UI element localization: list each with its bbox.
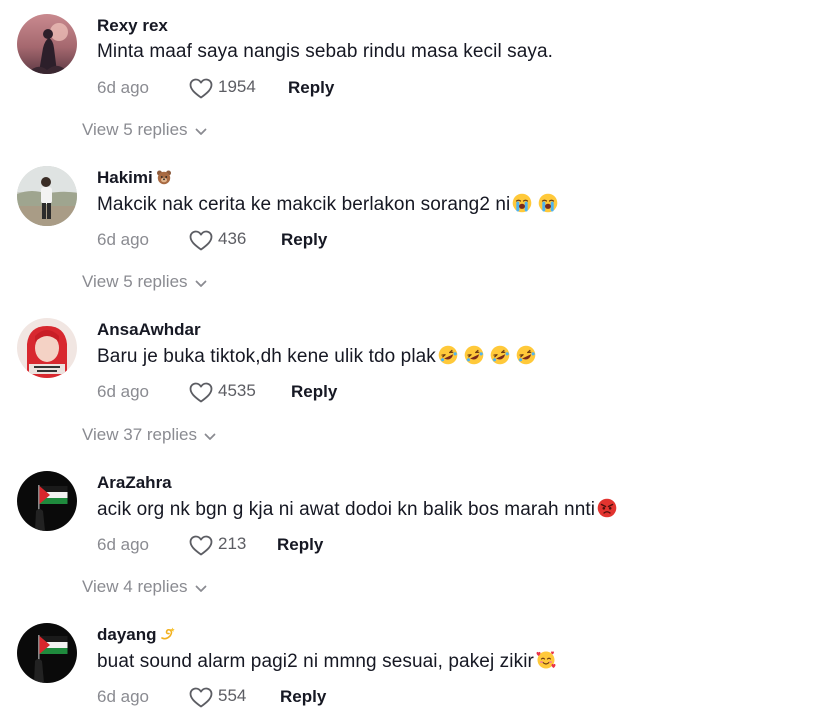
rolling-on-floor-laughing-icon <box>516 345 536 365</box>
heart-icon <box>189 230 213 251</box>
chevron-down-icon <box>195 121 207 141</box>
comment-text: buat sound alarm pagi2 ni mmng sesuai, p… <box>97 650 556 673</box>
angry-face-icon <box>597 498 617 518</box>
rolling-on-floor-laughing-icon <box>490 345 510 365</box>
heart-icon <box>189 687 213 708</box>
loudly-crying-face-icon <box>513 193 532 213</box>
comment-date: 6d ago <box>97 230 149 249</box>
reply-button[interactable]: Reply <box>280 687 326 707</box>
comment-text: Minta maaf saya nangis sebab rindu masa … <box>97 41 554 62</box>
rolling-on-floor-laughing-icon <box>438 345 458 365</box>
bear-face-icon <box>156 170 171 185</box>
chevron-down-icon <box>204 426 216 446</box>
view-replies-button[interactable]: View 4 replies <box>82 577 207 598</box>
reply-button[interactable]: Reply <box>291 382 337 402</box>
username[interactable]: dayang <box>97 625 176 645</box>
comment-meta: 6d ago 554 Reply <box>97 685 597 709</box>
view-replies-label: View 4 replies <box>82 577 188 596</box>
comment-meta: 6d ago 1954 Reply <box>97 76 597 100</box>
comment-date: 6d ago <box>97 687 149 706</box>
comment-text: Baru je buka tiktok,dh kene ulik tdo pla… <box>97 345 536 368</box>
reply-button[interactable]: Reply <box>288 78 334 98</box>
comment-meta: 6d ago 436 Reply <box>97 228 597 252</box>
like-count: 4535 <box>218 381 256 400</box>
view-replies-button[interactable]: View 5 replies <box>82 120 207 141</box>
view-replies-button[interactable]: View 5 replies <box>82 272 207 293</box>
view-replies-label: View 5 replies <box>82 120 188 139</box>
comment-meta: 6d ago 4535 Reply <box>97 380 597 404</box>
username[interactable]: AraZahra <box>97 473 172 493</box>
heart-icon <box>189 78 213 99</box>
dizzy-icon <box>160 627 175 640</box>
like-count: 554 <box>218 686 247 705</box>
view-replies-label: View 37 replies <box>82 425 197 444</box>
avatar[interactable] <box>17 471 77 531</box>
avatar[interactable] <box>17 318 77 378</box>
like-count: 1954 <box>218 77 256 96</box>
comment-date: 6d ago <box>97 78 149 97</box>
avatar[interactable] <box>17 166 77 226</box>
heart-icon <box>189 535 213 556</box>
avatar[interactable] <box>17 623 77 683</box>
loudly-crying-face-icon <box>539 193 558 213</box>
comment-date: 6d ago <box>97 535 149 554</box>
reply-button[interactable]: Reply <box>277 535 323 555</box>
comment-meta: 6d ago 213 Reply <box>97 533 597 557</box>
heart-icon <box>189 382 213 403</box>
comment-text: acik org nk bgn g kja ni awat dodoi kn b… <box>97 498 617 521</box>
like-count: 436 <box>218 229 247 248</box>
username[interactable]: AnsaAwhdar <box>97 320 201 340</box>
like-count: 213 <box>218 534 247 553</box>
smiling-face-with-hearts-icon <box>536 651 556 669</box>
view-replies-label: View 5 replies <box>82 272 188 291</box>
chevron-down-icon <box>195 578 207 598</box>
comment-text: Makcik nak cerita ke makcik berlakon sor… <box>97 193 558 216</box>
chevron-down-icon <box>195 273 207 293</box>
view-replies-button[interactable]: View 37 replies <box>82 425 216 446</box>
reply-button[interactable]: Reply <box>281 230 327 250</box>
rolling-on-floor-laughing-icon <box>464 345 484 365</box>
username[interactable]: Rexy rex <box>97 16 168 36</box>
comment-date: 6d ago <box>97 382 149 401</box>
avatar[interactable] <box>17 14 77 74</box>
username[interactable]: Hakimi <box>97 168 172 188</box>
